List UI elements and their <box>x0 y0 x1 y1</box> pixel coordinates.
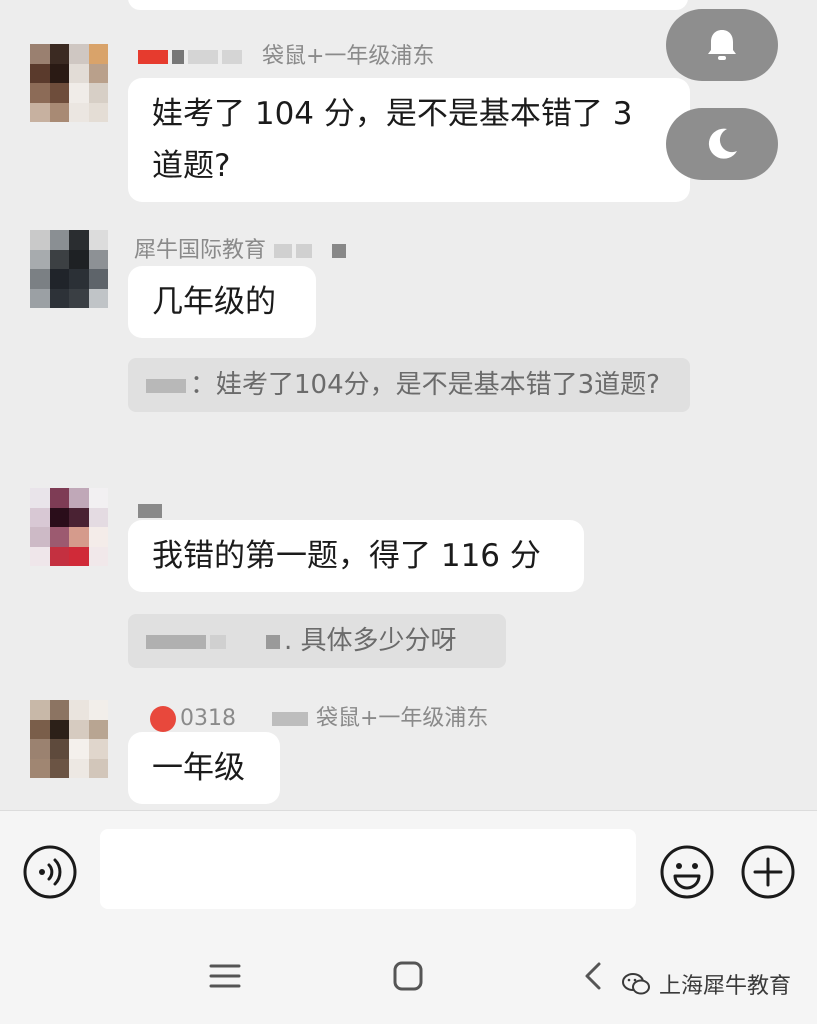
moon-icon <box>708 128 737 159</box>
menu-icon[interactable] <box>205 956 245 996</box>
wechat-icon <box>621 973 650 995</box>
avatar[interactable] <box>30 230 108 308</box>
bell-icon <box>708 30 736 60</box>
watermark: 上海犀牛教育 <box>621 968 791 1000</box>
message-text: 娃考了 104 分，是不是基本错了 3 道题? <box>152 96 633 184</box>
message-text: 一年级 <box>152 750 245 786</box>
message-bubble[interactable]: 娃考了 104 分，是不是基本错了 3 道题? <box>128 78 690 202</box>
message-bubble[interactable]: 一年级 <box>128 732 280 804</box>
sender-id: 0318 <box>180 706 236 731</box>
avatar[interactable] <box>30 44 108 122</box>
quoted-message[interactable]: . 具体多少分呀 <box>128 614 506 668</box>
message-text: 我错的第一题，得了 116 分 <box>152 538 541 574</box>
emoji-icon[interactable] <box>659 844 715 900</box>
message-bubble[interactable]: 我错的第一题，得了 116 分 <box>128 520 584 592</box>
avatar[interactable] <box>30 700 108 778</box>
sender-name: 犀牛国际教育 <box>134 232 350 264</box>
previous-message-bubble <box>128 0 688 10</box>
home-icon[interactable] <box>388 956 428 996</box>
quote-text: . 具体多少分呀 <box>284 626 457 656</box>
voice-icon[interactable] <box>22 844 78 900</box>
quoted-message[interactable]: ：娃考了104分，是不是基本错了3道题? <box>128 358 690 412</box>
input-bar <box>0 810 817 928</box>
quote-text: ：娃考了104分，是不是基本错了3道题? <box>190 370 660 400</box>
back-icon[interactable] <box>574 956 614 996</box>
sender-name: 袋鼠+一年级浦东 <box>138 38 434 70</box>
plus-icon[interactable] <box>740 844 796 900</box>
message-input[interactable] <box>100 829 636 909</box>
sender-label: 袋鼠+一年级浦东 <box>262 44 435 69</box>
chat-area: 袋鼠+一年级浦东 娃考了 104 分，是不是基本错了 3 道题? 犀牛国际教育 … <box>0 0 817 810</box>
sender-label: 犀牛国际教育 <box>134 238 267 263</box>
watermark-text: 上海犀牛教育 <box>658 974 791 999</box>
avatar[interactable] <box>30 488 108 566</box>
notify-button[interactable] <box>666 9 778 81</box>
night-mode-button[interactable] <box>666 108 778 180</box>
sender-label: 袋鼠+一年级浦东 <box>316 706 489 731</box>
sender-name: 0318 袋鼠+一年级浦东 <box>150 700 488 732</box>
message-text: 几年级的 <box>152 284 276 320</box>
message-bubble[interactable]: 几年级的 <box>128 266 316 338</box>
